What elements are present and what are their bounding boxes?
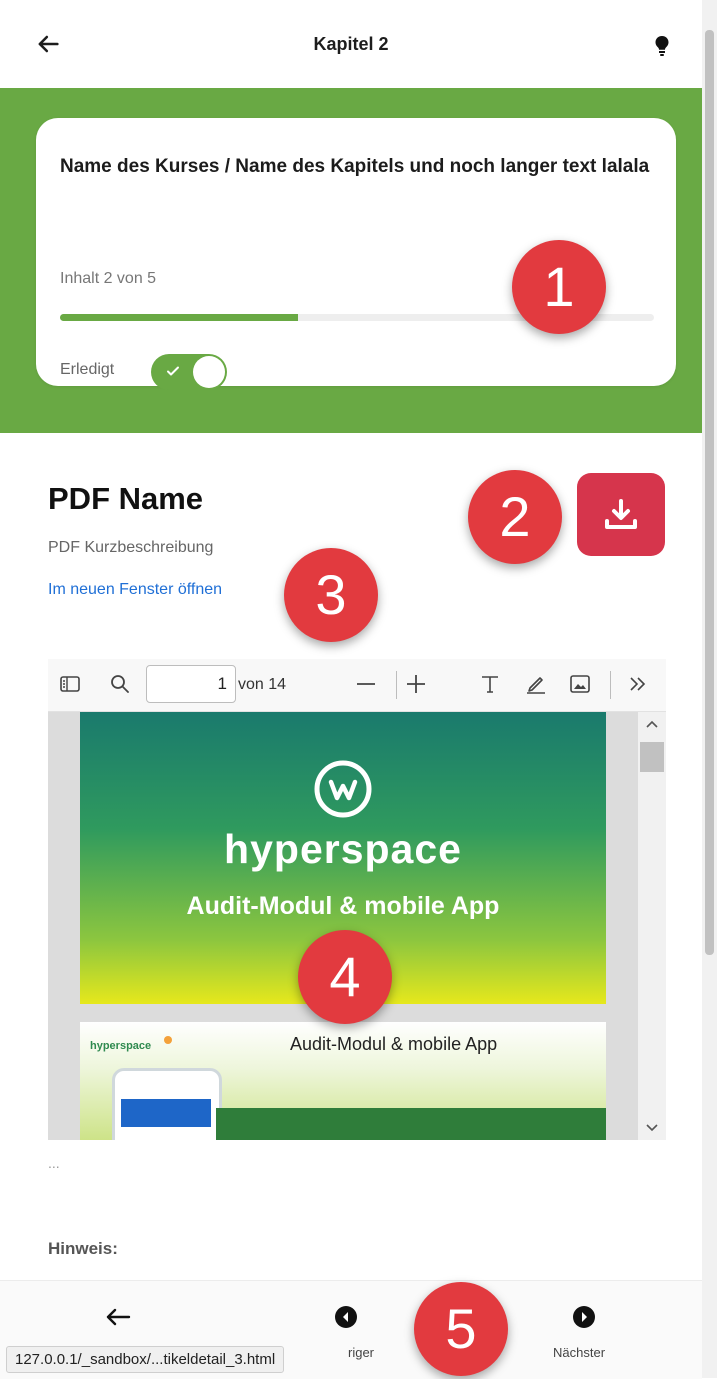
content-ellipsis: ... [48,1155,60,1171]
marker-2: 2 [468,470,562,564]
download-button[interactable] [577,473,665,556]
page-total: von 14 [238,676,287,693]
chevron-down-icon[interactable] [646,1124,658,1132]
toolbar-divider [610,671,611,699]
toggle-knob [193,356,225,388]
hint-heading: Hinweis: [48,1239,118,1258]
previous-icon[interactable] [334,1305,358,1329]
pdf-title: PDF Name [48,481,204,516]
marker-5: 5 [414,1282,508,1376]
page-scrollbar-thumb[interactable] [705,30,714,955]
zoom-in-icon[interactable] [404,672,428,696]
status-url: 127.0.0.1/_sandbox/...tikeldetail_3.html [6,1346,285,1373]
slide-brand: hyperspace [224,826,462,872]
pdf-pages[interactable]: hyperspace Audit-Modul & mobile App hype… [48,712,666,1140]
toolbar-divider [396,671,397,699]
page-number-input[interactable] [146,665,236,703]
pdf-description: PDF Kurzbeschreibung [48,539,214,556]
course-name: Name des Kurses / Name des Kapitels und … [60,156,650,177]
slide-title: Audit-Modul & mobile App [290,1034,498,1054]
download-icon [605,499,637,529]
previous-label[interactable]: riger [348,1345,374,1360]
text-tool-icon[interactable] [478,672,502,696]
phone-mockup [112,1068,222,1140]
done-toggle[interactable] [151,354,227,390]
open-in-new-window-link[interactable]: Im neuen Fenster öffnen [48,581,222,599]
lightbulb-icon[interactable] [654,36,670,56]
page-scrollbar[interactable] [702,0,717,1378]
progress-text: Inhalt 2 von 5 [60,270,157,287]
search-icon[interactable] [108,672,132,696]
zoom-out-icon[interactable] [354,672,378,696]
chevron-up-icon[interactable] [646,720,658,728]
pdf-scrollbar-thumb[interactable] [640,742,664,772]
image-icon[interactable] [568,672,592,696]
sidebar-toggle-icon[interactable] [58,672,82,696]
brand-dot [164,1036,172,1044]
slide-band [216,1108,606,1140]
marker-1: 1 [512,240,606,334]
next-label[interactable]: Nächster [553,1345,605,1360]
pdf-page-2: hyperspace Audit-Modul & mobile App [80,1022,606,1140]
page-title: Kapitel 2 [313,34,389,54]
hyperspace-logo-icon [314,760,372,818]
phone-app-bar [121,1099,211,1127]
progress-bar-fill [60,314,298,321]
pdf-viewer: von 14 [48,659,666,1140]
marker-3: 3 [284,548,378,642]
slide-subtitle: Audit-Modul & mobile App [186,892,500,920]
done-label: Erledigt [60,361,115,378]
draw-icon[interactable] [524,672,548,696]
pdf-scrollbar[interactable] [638,712,666,1140]
app-header: Kapitel 2 [0,0,702,88]
next-icon[interactable] [572,1305,596,1329]
arrow-left-icon[interactable] [104,1305,132,1329]
more-tools-icon[interactable] [626,672,650,696]
slide-brand: hyperspace [90,1040,152,1052]
check-icon [167,366,179,376]
marker-4: 4 [298,930,392,1024]
pdf-toolbar: von 14 [48,659,666,712]
